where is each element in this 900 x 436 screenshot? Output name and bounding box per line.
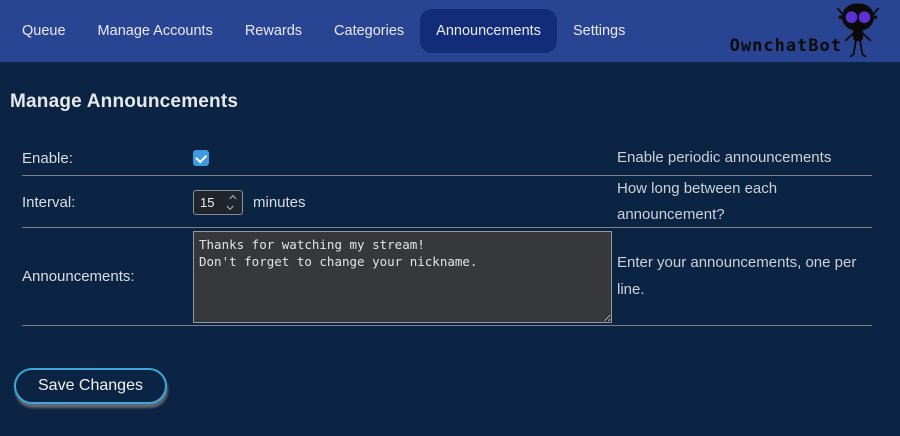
logo: OwnchatBot: [730, 0, 880, 62]
spinner-up-icon[interactable]: [229, 195, 236, 202]
interval-help-text: How long between each announcement?: [617, 176, 872, 229]
page-title: Manage Announcements: [10, 91, 900, 113]
nav-item-rewards[interactable]: Rewards: [229, 9, 318, 53]
form-row-enable: Enable: Enable periodic announcements: [22, 141, 872, 176]
main-content: Manage Announcements Enable: Enable peri…: [0, 91, 900, 404]
announcements-form: Enable: Enable periodic announcements In…: [22, 141, 872, 326]
nav-item-manage-accounts[interactable]: Manage Accounts: [82, 9, 229, 53]
enable-label: Enable:: [22, 150, 193, 167]
save-changes-button[interactable]: Save Changes: [14, 368, 167, 404]
interval-unit-label: minutes: [253, 194, 306, 211]
nav-item-queue[interactable]: Queue: [6, 9, 82, 53]
nav-item-settings[interactable]: Settings: [557, 9, 641, 53]
interval-label: Interval:: [22, 194, 193, 211]
announcements-help-text: Enter your announcements, one per line.: [617, 250, 872, 303]
nav-item-categories[interactable]: Categories: [318, 9, 420, 53]
navbar: Queue Manage Accounts Rewards Categories…: [0, 0, 900, 62]
spinner-down-icon[interactable]: [226, 203, 233, 210]
form-row-interval: Interval: minutes How long between each …: [22, 176, 872, 228]
announcements-label: Announcements:: [22, 268, 193, 285]
nav-item-announcements[interactable]: Announcements: [420, 9, 557, 53]
enable-checkbox[interactable]: [193, 150, 209, 166]
form-row-announcements: Announcements: Thanks for watching my st…: [22, 228, 872, 326]
interval-input-wrapper: [193, 190, 243, 215]
enable-help-text: Enable periodic announcements: [617, 145, 872, 171]
robot-mascot-icon: [836, 2, 880, 60]
interval-input[interactable]: [194, 195, 222, 210]
logo-text: OwnchatBot: [730, 38, 842, 62]
announcements-textarea[interactable]: Thanks for watching my stream! Don't for…: [193, 231, 612, 323]
interval-spinner[interactable]: [222, 196, 240, 209]
